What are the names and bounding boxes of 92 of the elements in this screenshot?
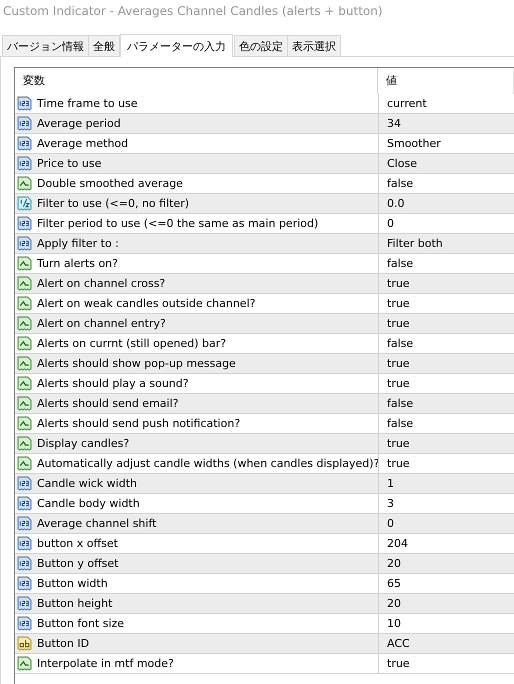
chart-line-icon: [17, 656, 32, 671]
parameter-name: Time frame to use: [37, 97, 138, 110]
parameter-name: Button y offset: [37, 557, 118, 570]
chart-line-icon: [17, 176, 32, 191]
parameter-name: Filter period to use (<=0 the same as main period): [37, 217, 318, 230]
parameter-value[interactable]: 1: [387, 477, 394, 490]
parameter-name: Turn alerts on?: [37, 257, 118, 270]
parameter-name: Button ID: [37, 637, 90, 650]
parameter-value[interactable]: 0.0: [387, 197, 404, 210]
parameter-name: Alerts should play a sound?: [37, 377, 189, 390]
chart-line-icon: [17, 416, 32, 431]
parameter-value[interactable]: true: [387, 437, 410, 450]
parameter-value[interactable]: Filter both: [387, 237, 443, 250]
parameter-name: Button height: [37, 597, 112, 610]
number-icon: [17, 156, 32, 171]
chart-line-icon: [17, 456, 32, 471]
parameter-name: Alerts should send email?: [37, 397, 178, 410]
chart-line-icon: [17, 396, 32, 411]
parameter-value[interactable]: ACC: [387, 637, 410, 650]
number-icon: [17, 496, 32, 511]
tab[interactable]: 色の設定: [234, 35, 288, 56]
fraction-icon: [17, 196, 32, 211]
parameter-name: Filter to use (<=0, no filter): [37, 197, 190, 210]
parameter-name: Alert on weak candles outside channel?: [37, 297, 256, 310]
window-title: Custom Indicator - Averages Channel Candles (alerts + button): [2, 3, 384, 20]
chart-line-icon: [17, 436, 32, 451]
parameter-value[interactable]: true: [387, 457, 410, 470]
parameter-value[interactable]: 3: [387, 497, 394, 510]
parameter-name: Interpolate in mtf mode?: [37, 657, 174, 670]
parameter-value[interactable]: true: [387, 277, 410, 290]
parameter-value[interactable]: 20: [387, 597, 401, 610]
parameter-value[interactable]: current: [387, 97, 427, 110]
tab[interactable]: 表示選択: [287, 35, 341, 56]
parameter-name: Alerts should show pop-up message: [37, 357, 236, 370]
number-icon: [17, 536, 32, 551]
parameter-value[interactable]: true: [387, 357, 410, 370]
number-icon: [17, 236, 32, 251]
number-icon: [17, 96, 32, 111]
chart-line-icon: [17, 316, 32, 331]
parameter-value[interactable]: true: [387, 317, 410, 330]
parameter-value[interactable]: 204: [387, 537, 408, 550]
parameter-name: Display candles?: [37, 437, 130, 450]
parameter-name: Apply filter to :: [37, 237, 119, 250]
number-icon: [17, 216, 32, 231]
parameter-value[interactable]: 10: [387, 617, 401, 630]
number-icon: [17, 596, 32, 611]
parameter-name: Button width: [37, 577, 108, 590]
parameter-name: Average method: [37, 137, 128, 150]
number-icon: [17, 116, 32, 131]
number-icon: [17, 556, 32, 571]
chart-line-icon: [17, 296, 32, 311]
tab[interactable]: バージョン情報: [2, 35, 89, 56]
parameter-value[interactable]: 0: [387, 517, 394, 530]
tab[interactable]: パラメーターの入力: [120, 34, 233, 57]
parameter-name: Alert on channel entry?: [37, 317, 166, 330]
parameter-value[interactable]: 0: [387, 217, 394, 230]
chart-line-icon: [17, 256, 32, 271]
parameter-name: Candle body width: [37, 497, 140, 510]
parameter-value[interactable]: Close: [387, 157, 417, 170]
parameter-name: Average channel shift: [37, 517, 156, 530]
tab[interactable]: 全般: [88, 35, 120, 56]
parameter-name: Price to use: [37, 157, 102, 170]
parameter-name: Alerts should send push notification?: [37, 417, 240, 430]
text-icon: [17, 636, 32, 651]
parameter-value[interactable]: true: [387, 377, 410, 390]
number-icon: [17, 576, 32, 591]
parameter-name: Average period: [37, 117, 121, 130]
parameter-value[interactable]: true: [387, 297, 410, 310]
parameter-name: Alerts on currnt (still opened) bar?: [37, 337, 226, 350]
parameter-value[interactable]: false: [387, 257, 414, 270]
parameter-value[interactable]: true: [387, 657, 410, 670]
chart-line-icon: [17, 276, 32, 291]
parameter-value[interactable]: 65: [387, 577, 401, 590]
parameter-name: button x offset: [37, 537, 118, 550]
number-icon: [17, 136, 32, 151]
parameter-name: Button font size: [37, 617, 124, 630]
number-icon: [17, 516, 32, 531]
parameter-value[interactable]: false: [387, 417, 414, 430]
parameter-value[interactable]: 34: [387, 117, 401, 130]
parameter-value[interactable]: false: [387, 397, 414, 410]
chart-line-icon: [17, 356, 32, 371]
parameter-name: Double smoothed average: [37, 177, 183, 190]
parameter-value[interactable]: false: [387, 337, 414, 350]
parameter-name: Candle wick width: [37, 477, 137, 490]
parameter-value[interactable]: 20: [387, 557, 401, 570]
parameter-value[interactable]: Smoother: [387, 137, 441, 150]
chart-line-icon: [17, 376, 32, 391]
parameter-value[interactable]: false: [387, 177, 414, 190]
number-icon: [17, 616, 32, 631]
parameter-name: Alert on channel cross?: [37, 277, 166, 290]
number-icon: [17, 476, 32, 491]
chart-line-icon: [17, 336, 32, 351]
